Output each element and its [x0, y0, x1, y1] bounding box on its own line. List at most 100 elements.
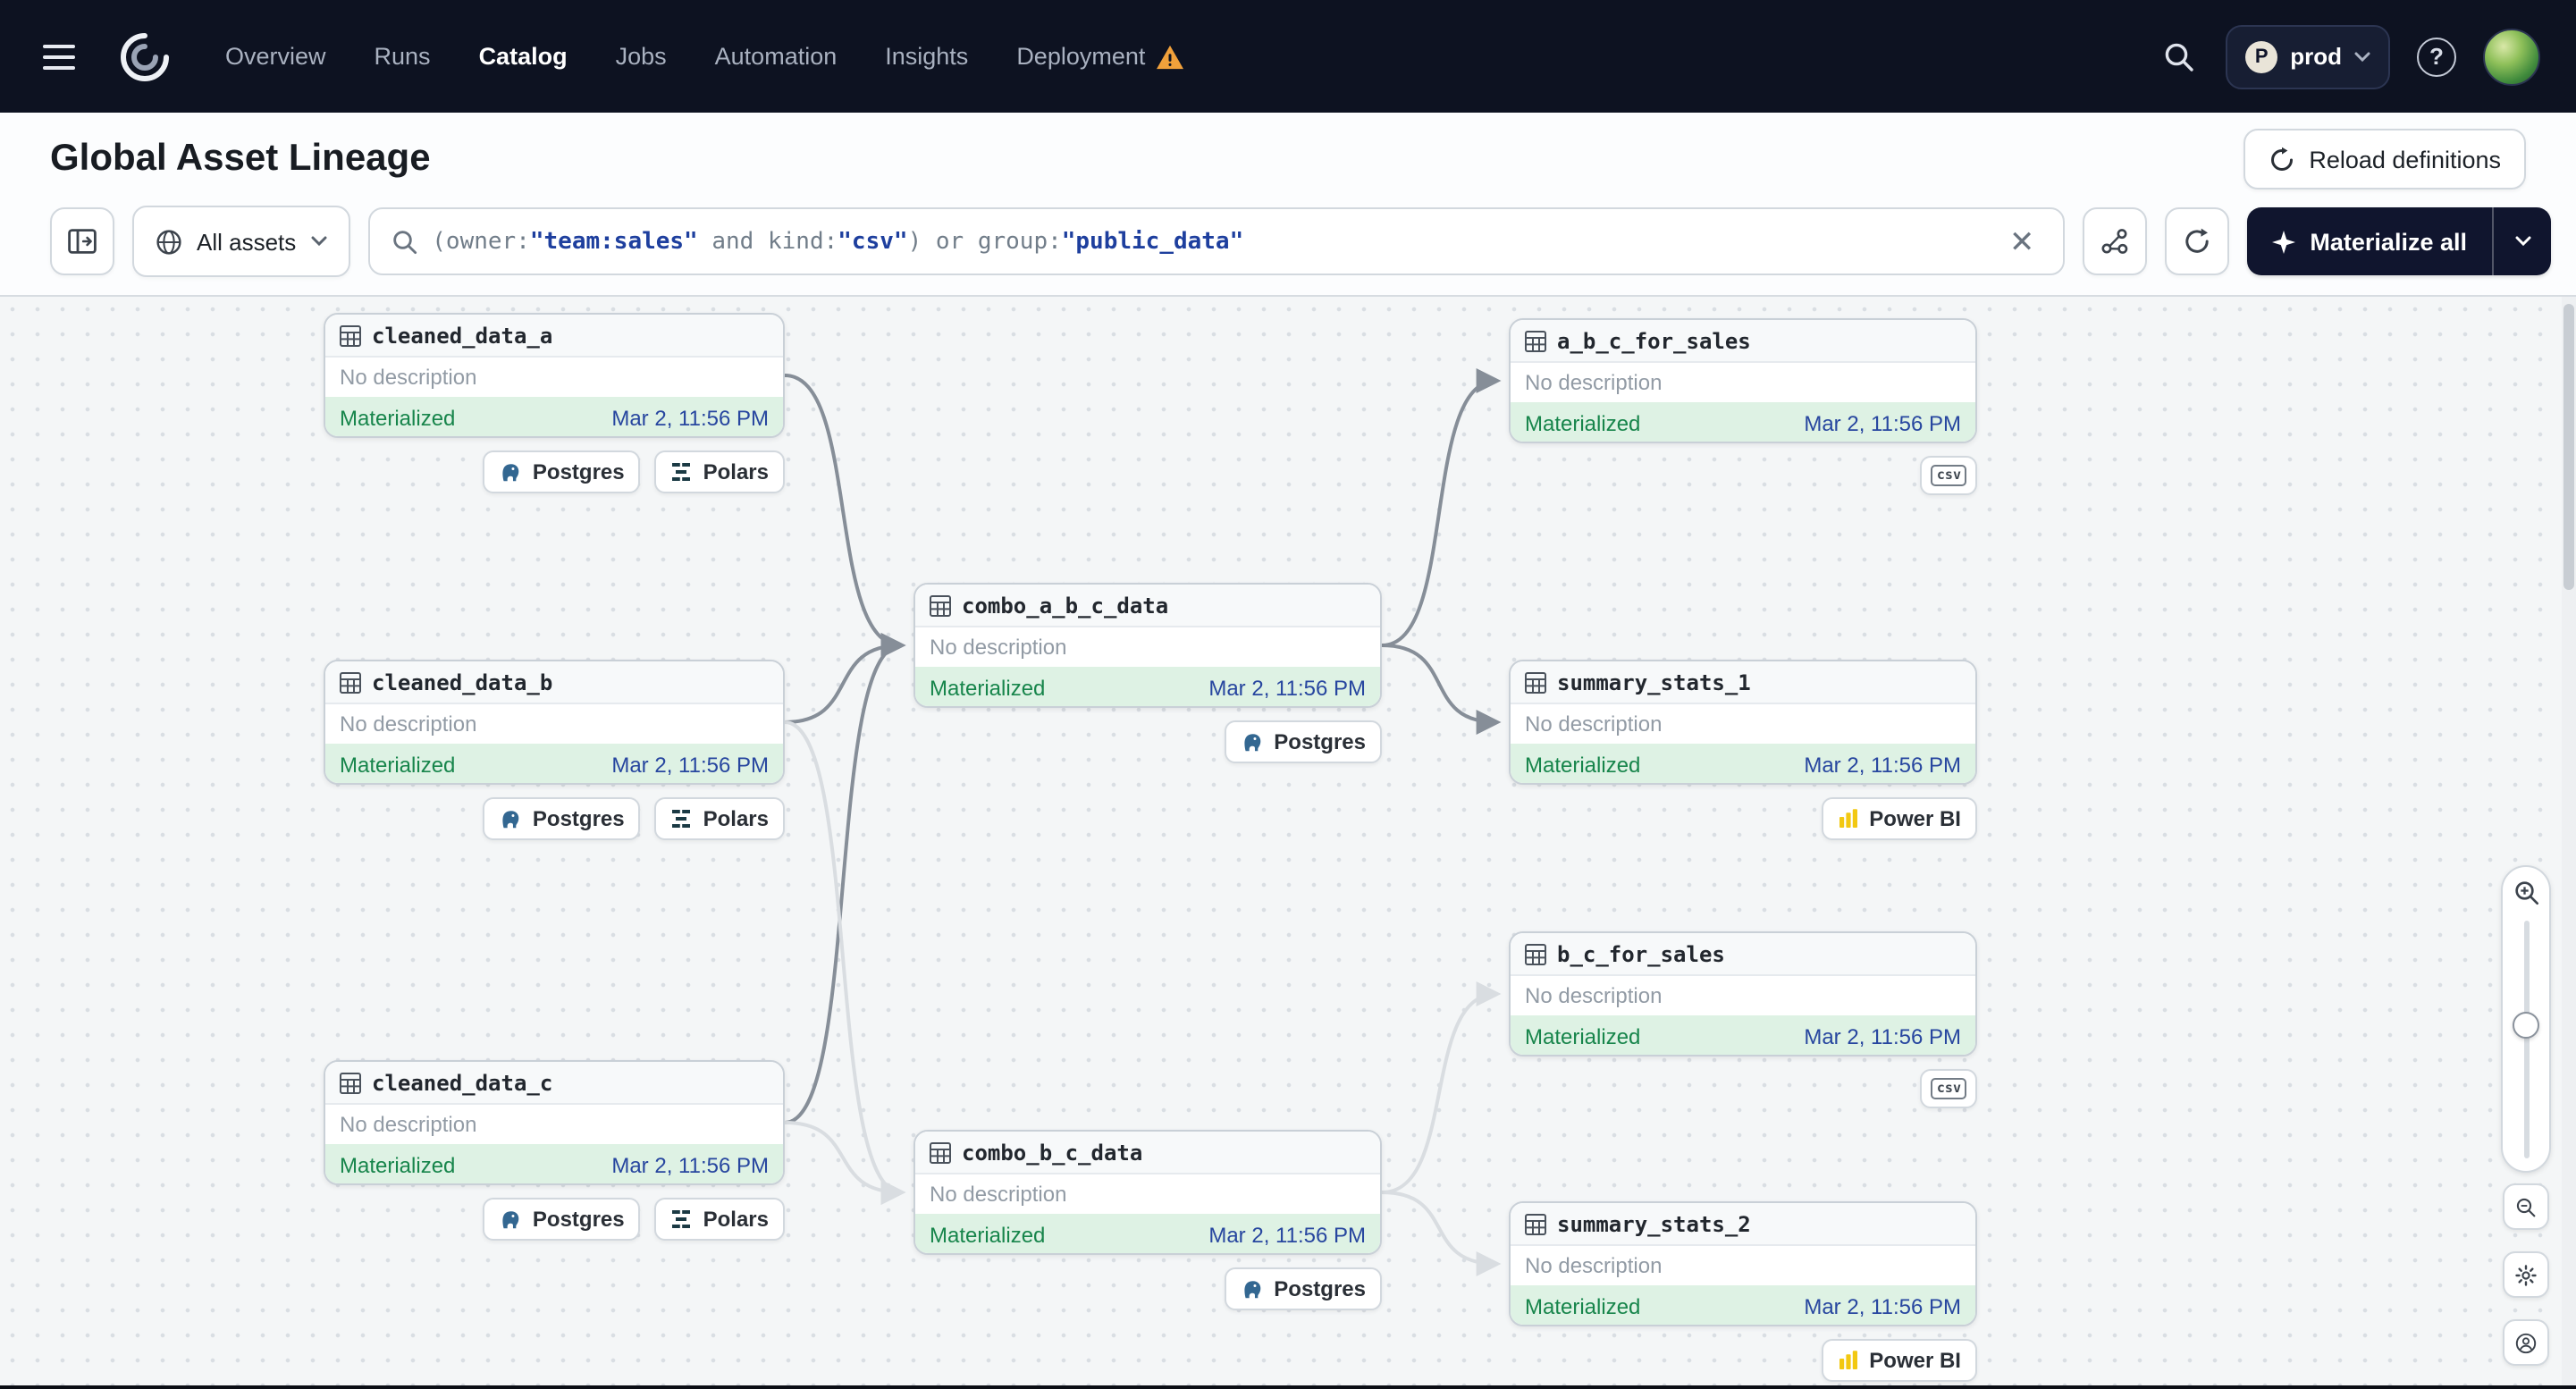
chevron-down-icon [2514, 236, 2530, 247]
kind-tag-polars[interactable]: Polars [654, 797, 785, 840]
kind-tag-postgres[interactable]: Postgres [482, 797, 641, 840]
lineage-edge [784, 720, 906, 1205]
zoom-slider-track[interactable] [2513, 921, 2539, 1158]
materialize-options-button[interactable] [2492, 207, 2551, 275]
kind-tag-postgres[interactable]: Postgres [1224, 720, 1382, 763]
lineage-canvas[interactable]: cleaned_data_a No description Materialized… [0, 297, 2576, 1389]
lineage-edge [784, 1121, 906, 1205]
asset-node-a_b_c_for_sales[interactable]: a_b_c_for_sales No description Materialize… [1509, 318, 1977, 443]
zoom-slider-thumb[interactable] [2513, 1011, 2539, 1039]
kind-tag-postgres[interactable]: Postgres [1224, 1267, 1382, 1310]
table-icon [930, 1141, 951, 1163]
materialization-timestamp[interactable]: Mar 2, 11:56 PM [611, 752, 769, 777]
materialized-status: Materialized [1525, 410, 1641, 435]
asset-node-header[interactable]: cleaned_data_b [325, 661, 783, 704]
kind-tag-polars[interactable]: Polars [654, 450, 785, 493]
asset-node-header[interactable]: cleaned_data_a [325, 315, 783, 358]
graph-filter-button[interactable] [2083, 207, 2148, 275]
asset-kind-tags: Postgres Polars [324, 1198, 785, 1241]
tag-label: Power BI [1869, 806, 1961, 831]
refresh-icon [2185, 228, 2210, 253]
nav-item-automation[interactable]: Automation [715, 43, 838, 70]
materialization-timestamp[interactable]: Mar 2, 11:56 PM [611, 405, 769, 430]
asset-node-cleaned_data_a[interactable]: cleaned_data_a No description Materialized… [324, 313, 785, 438]
asset-status-row: Materialized Mar 2, 11:56 PM [915, 1214, 1380, 1253]
kind-tag-postgres[interactable]: Postgres [482, 1198, 641, 1241]
graph-icon [2101, 229, 2128, 254]
user-avatar[interactable] [2483, 28, 2540, 85]
nav-item-overview[interactable]: Overview [225, 43, 326, 70]
polars-icon [671, 461, 693, 483]
open-side-panel-button[interactable] [50, 207, 114, 275]
nav-item-jobs[interactable]: Jobs [616, 43, 667, 70]
asset-node-header[interactable]: summary_stats_2 [1511, 1203, 1975, 1246]
asset-node-b_c_for_sales[interactable]: b_c_for_sales No description Materialized M… [1509, 931, 1977, 1056]
asset-scope-label: All assets [197, 228, 297, 255]
asset-node-header[interactable]: b_c_for_sales [1511, 933, 1975, 976]
asset-node-cleaned_data_c[interactable]: cleaned_data_c No description Materialized… [324, 1060, 785, 1185]
asset-description: No description [1525, 1253, 1663, 1278]
kind-tag-csv[interactable]: csv [1920, 456, 1977, 495]
nav-item-insights[interactable]: Insights [885, 43, 968, 70]
nav-item-runs[interactable]: Runs [375, 43, 431, 70]
materialization-timestamp[interactable]: Mar 2, 11:56 PM [1208, 1222, 1366, 1247]
asset-query-text: (owner: "team:sales" and kind: "csv") or g… [432, 228, 1244, 255]
materialization-timestamp[interactable]: Mar 2, 11:56 PM [1804, 410, 1961, 435]
csv-icon: csv [1931, 465, 1966, 486]
asset-node-header[interactable]: combo_b_c_data [915, 1132, 1380, 1174]
materialized-status: Materialized [340, 1152, 456, 1177]
asset-query-input[interactable]: (owner: "team:sales" and kind: "csv") or g… [367, 207, 2066, 275]
asset-scope-dropdown[interactable]: All assets [132, 206, 350, 277]
materialization-timestamp[interactable]: Mar 2, 11:56 PM [1804, 1023, 1961, 1048]
asset-node-header[interactable]: a_b_c_for_sales [1511, 320, 1975, 363]
asset-description: No description [930, 635, 1067, 660]
search-icon [392, 230, 417, 254]
kind-tag-power-bi[interactable]: Power BI [1821, 1339, 1977, 1382]
reload-definitions-button[interactable]: Reload definitions [2243, 129, 2526, 189]
materialized-status: Materialized [930, 675, 1046, 700]
kind-tag-power-bi[interactable]: Power BI [1821, 797, 1977, 840]
materialize-all-button[interactable]: Materialize all [2247, 207, 2492, 275]
nav-item-deployment[interactable]: Deployment [1016, 43, 1183, 70]
hamburger-menu-button[interactable] [36, 29, 89, 83]
materialization-timestamp[interactable]: Mar 2, 11:56 PM [1804, 752, 1961, 777]
kind-tag-csv[interactable]: csv [1920, 1069, 1977, 1108]
graph-settings-button[interactable] [2503, 1251, 2549, 1298]
asset-name: cleaned_data_a [372, 323, 553, 348]
user-circle-icon [2515, 1332, 2537, 1353]
table-icon [1525, 671, 1546, 693]
asset-node-cleaned_data_b[interactable]: cleaned_data_b No description Materialized… [324, 660, 785, 785]
canvas-scrollbar[interactable] [2562, 297, 2576, 1389]
asset-name: combo_b_c_data [962, 1140, 1143, 1165]
materialization-timestamp[interactable]: Mar 2, 11:56 PM [611, 1152, 769, 1177]
zoom-out-button[interactable] [2503, 1183, 2549, 1230]
warning-icon [1156, 44, 1183, 69]
question-mark-icon: ? [2429, 43, 2444, 70]
materialization-timestamp[interactable]: Mar 2, 11:56 PM [1208, 675, 1366, 700]
asset-status-row: Materialized Mar 2, 11:56 PM [1511, 1015, 1975, 1055]
refresh-button[interactable] [2165, 207, 2230, 275]
asset-status-row: Materialized Mar 2, 11:56 PM [1511, 744, 1975, 783]
asset-node-header[interactable]: combo_a_b_c_data [915, 585, 1380, 627]
dagster-logo[interactable] [114, 26, 175, 87]
clear-query-button[interactable]: ✕ [2002, 223, 2042, 260]
asset-node-combo_a_b_c_data[interactable]: combo_a_b_c_data No description Materializ… [913, 583, 1382, 708]
materialization-timestamp[interactable]: Mar 2, 11:56 PM [1804, 1293, 1961, 1318]
asset-node-combo_b_c_data[interactable]: combo_b_c_data No description Materialized… [913, 1130, 1382, 1255]
recenter-view-button[interactable] [2503, 1319, 2549, 1366]
asset-node-header[interactable]: summary_stats_1 [1511, 661, 1975, 704]
canvas-scrollbar-thumb[interactable] [2563, 304, 2574, 590]
zoom-in-button[interactable] [2513, 880, 2539, 906]
asset-node-summary_stats_1[interactable]: summary_stats_1 No description Materialize… [1509, 660, 1977, 785]
deployment-switcher[interactable]: P prod [2226, 24, 2390, 88]
kind-tag-polars[interactable]: Polars [654, 1198, 785, 1241]
help-button[interactable]: ? [2417, 37, 2456, 76]
kind-tag-postgres[interactable]: Postgres [482, 450, 641, 493]
postgres-icon [499, 807, 522, 830]
asset-node-summary_stats_2[interactable]: summary_stats_2 No description Materialize… [1509, 1201, 1977, 1326]
asset-description: No description [340, 1112, 477, 1137]
asset-name: b_c_for_sales [1557, 941, 1725, 966]
nav-item-catalog[interactable]: Catalog [479, 43, 568, 70]
asset-node-header[interactable]: cleaned_data_c [325, 1062, 783, 1105]
search-button[interactable] [2159, 37, 2199, 76]
